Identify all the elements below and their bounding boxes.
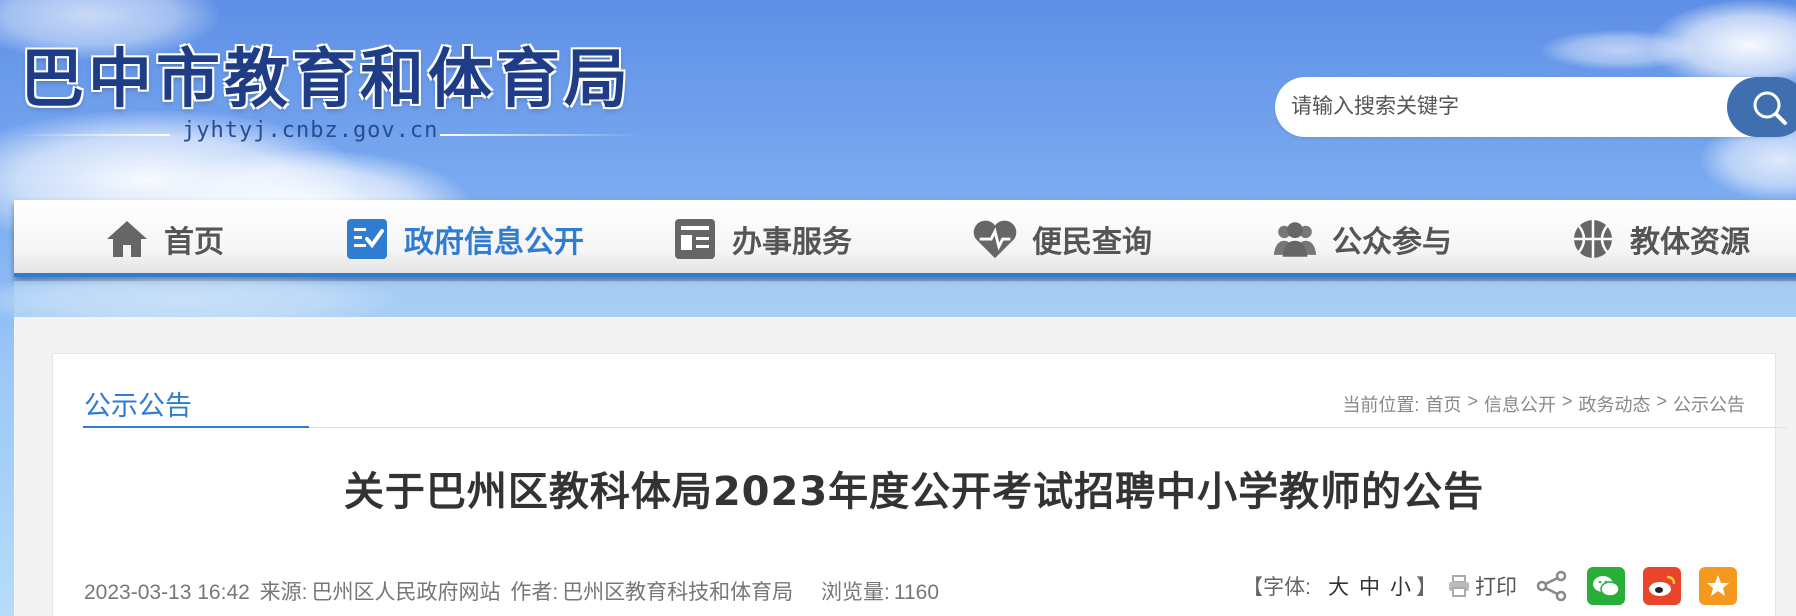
views-label: 浏览量: <box>821 581 890 604</box>
breadcrumb: 当前位置: 首页 > 信息公开 > 政务动态 > 公示公告 <box>1342 391 1745 417</box>
site-url: jyhtyj.cnbz.gov.cn <box>182 118 439 143</box>
divider <box>20 134 170 136</box>
article-source: 巴州区人民政府网站 <box>311 581 501 604</box>
font-size-label: 【字体: <box>1242 576 1311 599</box>
article-tools: 【字体: 大 中 小 】 打印 <box>1242 566 1737 606</box>
breadcrumb-separator: > <box>1467 391 1478 411</box>
font-size-large[interactable]: 大 <box>1328 571 1349 601</box>
search-icon <box>1753 91 1787 125</box>
font-size-small[interactable]: 小 <box>1390 571 1411 601</box>
heart-query-icon <box>972 216 1018 262</box>
print-button[interactable]: 打印 <box>1447 571 1517 601</box>
font-size-close: 】 <box>1416 576 1437 599</box>
service-icon <box>672 216 718 262</box>
source-label: 来源: <box>259 581 308 604</box>
site-title: 巴中市教育和体育局 <box>20 42 632 117</box>
section-title: 公示公告 <box>84 391 192 421</box>
basketball-icon <box>1570 216 1616 262</box>
article-meta: 2023-03-13 16:42 来源: 巴州区人民政府网站 作者: 巴州区教育科技… <box>84 576 943 606</box>
share-wechat-button[interactable] <box>1587 567 1625 605</box>
search-button[interactable] <box>1727 77 1796 137</box>
print-label: 打印 <box>1475 576 1517 599</box>
article-author: 巴州区教育科技和体育局 <box>562 581 794 604</box>
breadcrumb-home[interactable]: 首页 <box>1425 391 1461 417</box>
nav-item-home[interactable]: 首页 <box>104 200 224 277</box>
wechat-icon <box>1593 576 1620 597</box>
section-title-underline <box>83 426 309 428</box>
nav-item-participation[interactable]: 公众参与 <box>1272 200 1452 277</box>
breadcrumb-info-disclosure[interactable]: 信息公开 <box>1484 391 1556 417</box>
breadcrumb-gov-news[interactable]: 政务动态 <box>1578 391 1650 417</box>
article-datetime: 2023-03-13 16:42 <box>84 581 250 604</box>
search-input[interactable] <box>1291 77 1671 137</box>
nav-shadow-band <box>14 281 1796 317</box>
nav-item-info-disclosure[interactable]: 政府信息公开 <box>344 200 584 277</box>
main-nav: 首页 政府信息公开 办事服务 便民查询 公众参与 教体资源 <box>14 200 1796 277</box>
divider <box>440 134 640 136</box>
font-size-medium[interactable]: 中 <box>1359 571 1380 601</box>
site-url-bar: jyhtyj.cnbz.gov.cn <box>20 118 640 148</box>
nav-item-query[interactable]: 便民查询 <box>972 200 1152 277</box>
breadcrumb-announcement[interactable]: 公示公告 <box>1673 391 1745 417</box>
nav-item-resources[interactable]: 教体资源 <box>1570 200 1750 277</box>
cloud-decoration <box>1540 30 1700 70</box>
breadcrumb-prefix: 当前位置: <box>1342 395 1420 415</box>
site-logo[interactable]: 巴中市教育和体育局 jyhtyj.cnbz.gov.cn <box>20 40 640 143</box>
share-favorite-button[interactable] <box>1699 567 1737 605</box>
search-box <box>1275 77 1796 137</box>
weibo-icon <box>1649 575 1676 596</box>
article-title: 关于巴州区教科体局2023年度公开考试招聘中小学教师的公告 <box>343 469 1485 515</box>
share-weibo-button[interactable] <box>1643 567 1681 605</box>
info-disclosure-icon <box>344 216 390 262</box>
printer-icon <box>1449 575 1469 597</box>
article-card: 公示公告 当前位置: 首页 > 信息公开 > 政务动态 > 公示公告 关于巴州区… <box>52 353 1787 616</box>
share-icon[interactable] <box>1535 569 1569 603</box>
divider <box>83 427 1787 428</box>
breadcrumb-separator: > <box>1656 391 1667 411</box>
author-label: 作者: <box>510 581 559 604</box>
people-icon <box>1272 216 1318 262</box>
view-count: 1160 <box>893 581 940 604</box>
breadcrumb-separator: > <box>1561 391 1573 411</box>
nav-item-service[interactable]: 办事服务 <box>672 200 852 277</box>
home-icon <box>104 216 150 262</box>
star-icon <box>1707 575 1729 596</box>
